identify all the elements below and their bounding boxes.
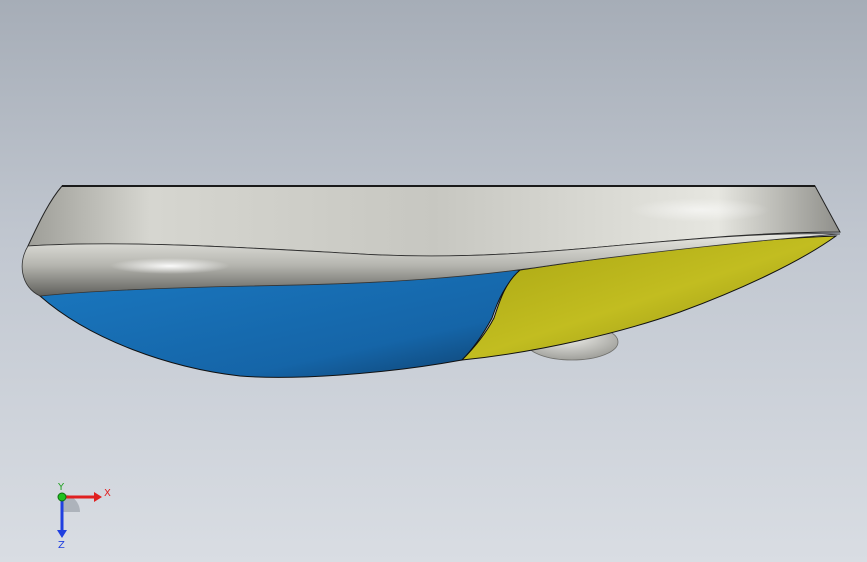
y-axis-label: Y — [57, 482, 65, 493]
z-axis-label: Z — [58, 540, 65, 550]
shell-highlight-secondary — [630, 198, 770, 222]
graphics-viewport[interactable]: X Y Z — [0, 0, 867, 562]
x-axis-label: X — [104, 488, 111, 499]
z-axis-arrowhead — [57, 530, 67, 538]
shell-highlight — [110, 258, 230, 274]
3d-model-render[interactable] — [0, 0, 867, 562]
x-axis-arrowhead — [94, 492, 102, 502]
y-axis-dot — [57, 492, 67, 502]
coordinate-triad[interactable]: X Y Z — [40, 480, 120, 550]
